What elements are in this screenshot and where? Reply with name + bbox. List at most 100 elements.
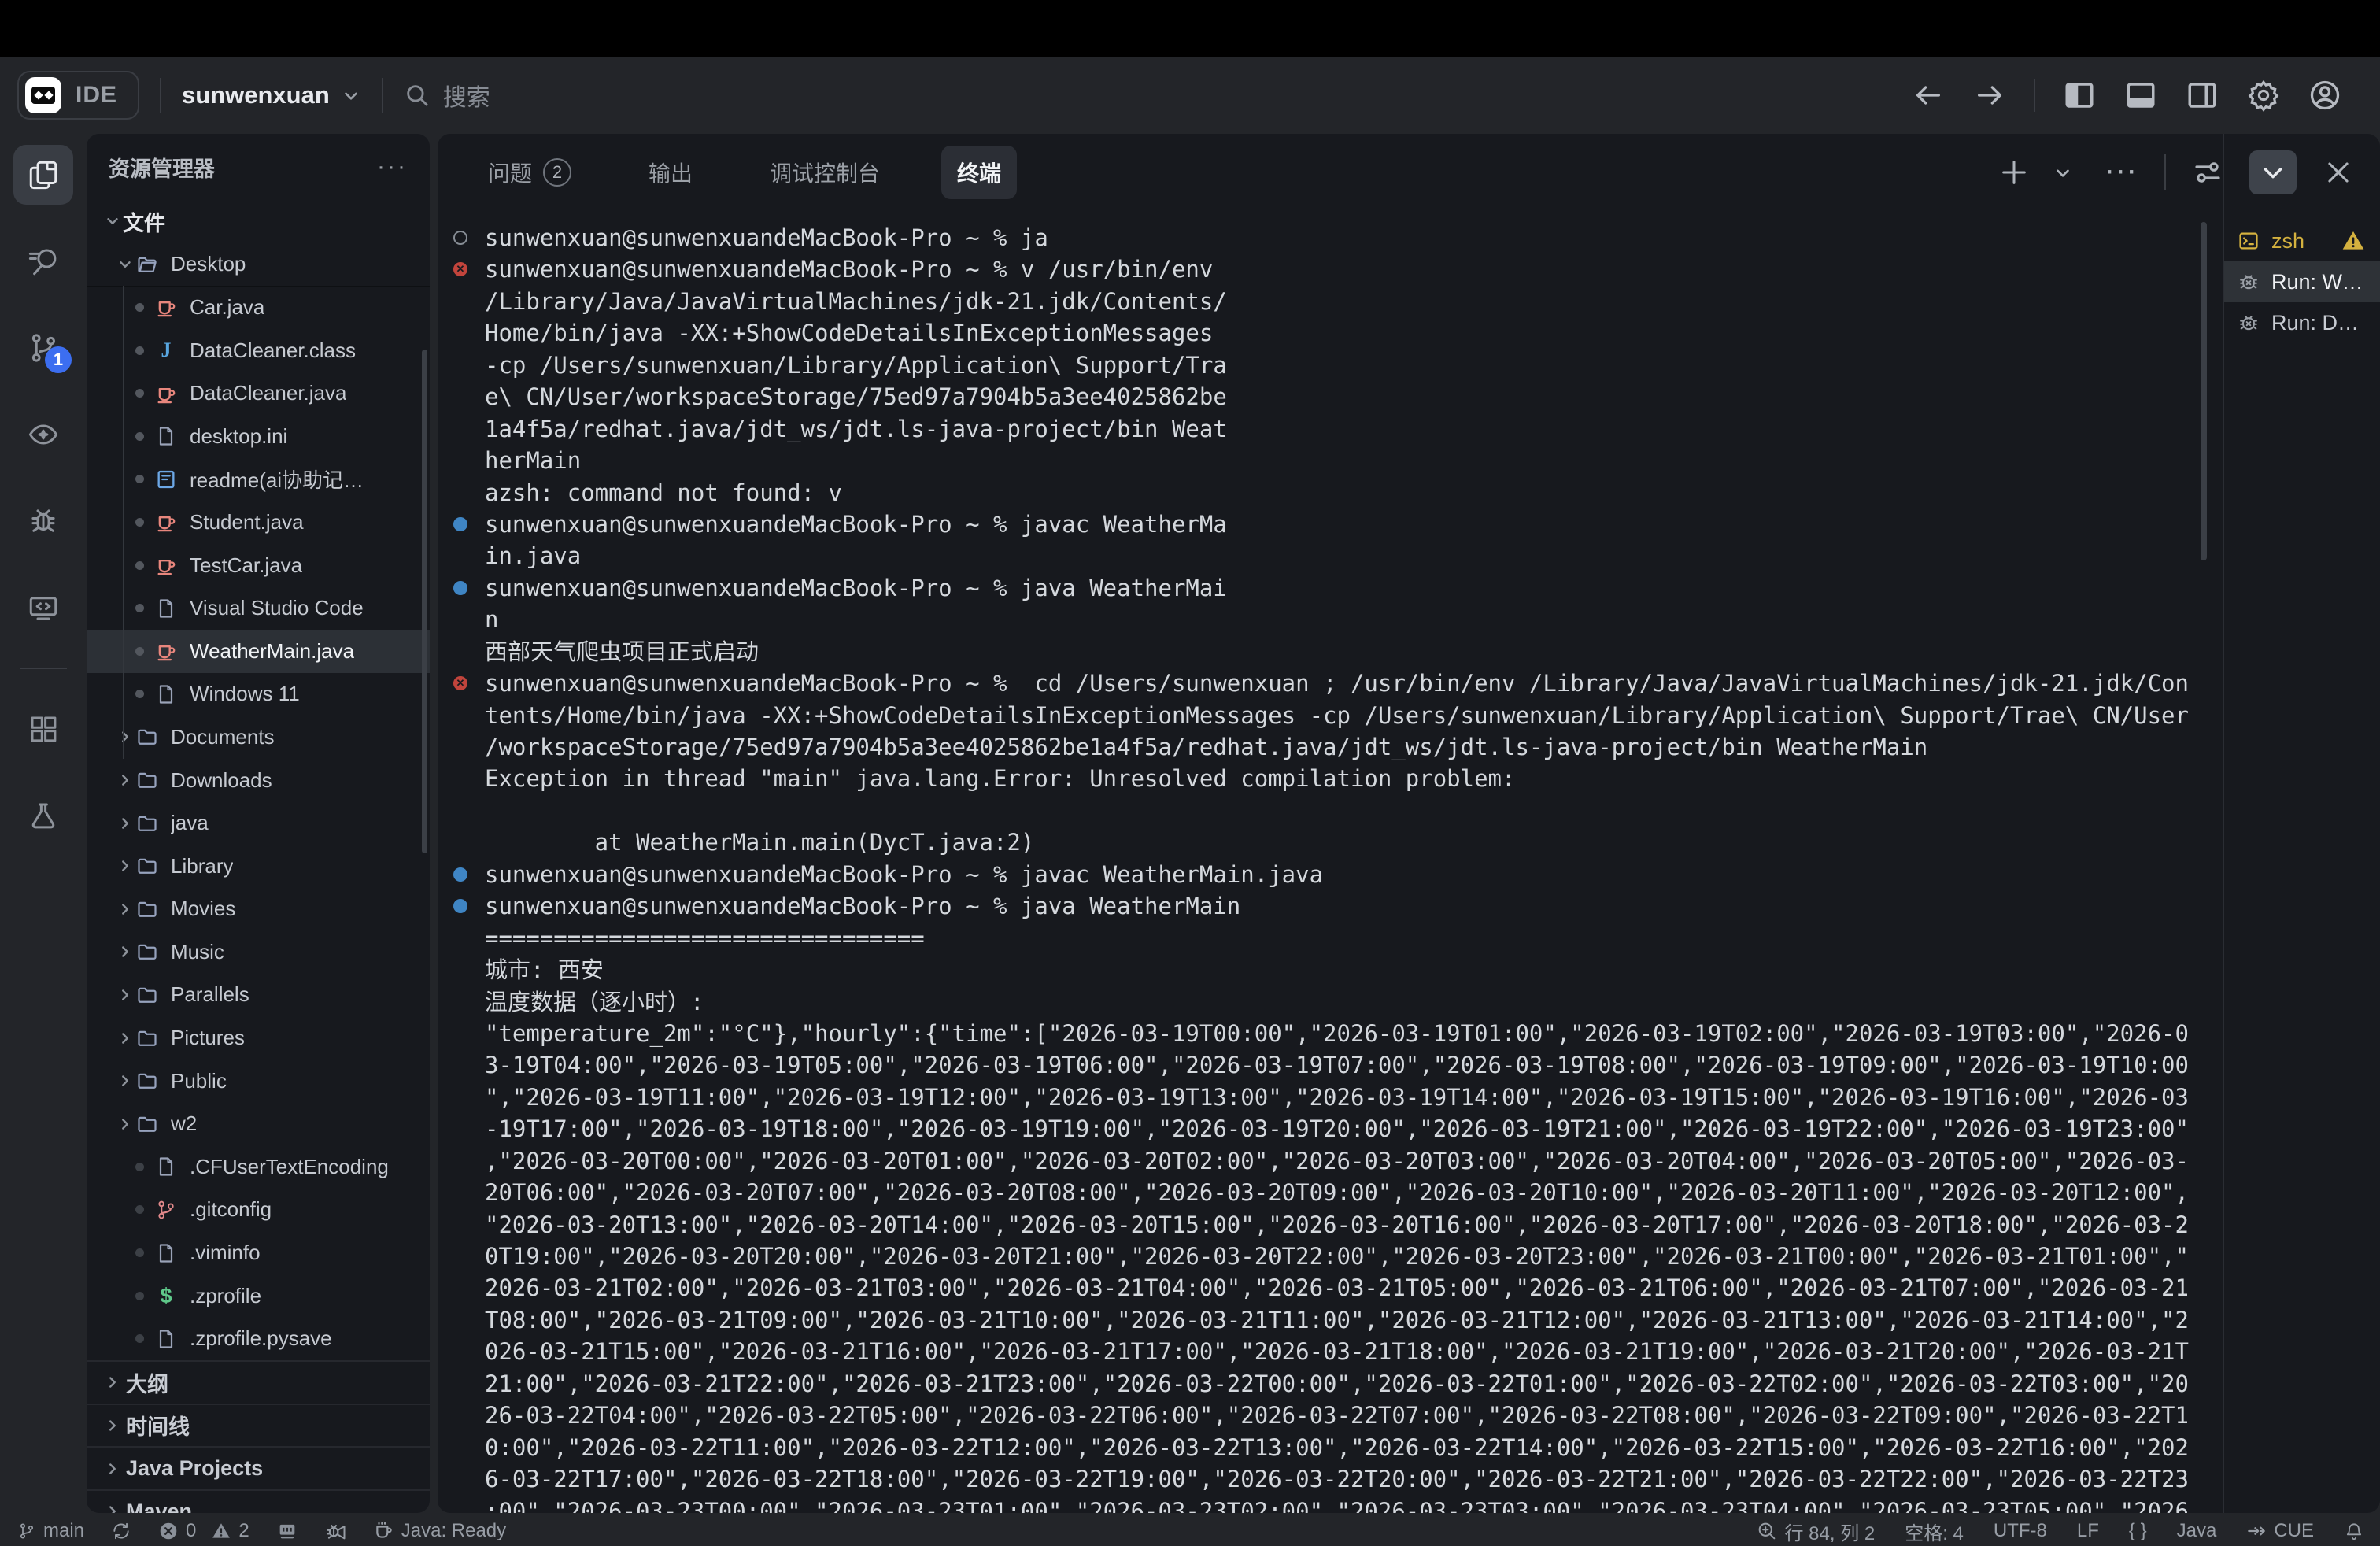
- activitybar-explorer-icon[interactable]: [13, 145, 73, 205]
- toggle-right-panel-icon[interactable]: [2185, 78, 2219, 113]
- tab-label: 输出: [649, 157, 693, 188]
- tree-item-library[interactable]: Library: [87, 845, 430, 888]
- status-item-java-ready[interactable]: Java: Ready: [374, 1520, 506, 1542]
- tree-item-music[interactable]: Music: [87, 930, 430, 974]
- terminal-line: -19T17:00","2026-03-19T18:00","2026-03-1…: [438, 1113, 2223, 1145]
- app-menu-button[interactable]: IDE: [17, 71, 139, 120]
- sidebar-section-大纲[interactable]: 大纲: [87, 1360, 430, 1404]
- terminal-output[interactable]: sunwenxuan@sunwenxuandeMacBook-Pro ~ % j…: [438, 222, 2223, 1513]
- panel-tab-调试控制台[interactable]: 调试控制台: [754, 146, 896, 199]
- tree-item-label: Windows 11: [190, 682, 300, 706]
- back-icon[interactable]: [1911, 78, 1946, 113]
- more-actions-icon[interactable]: ···: [377, 153, 408, 180]
- workspace-switcher[interactable]: sunwenxuan: [182, 81, 361, 109]
- command-success-icon: [453, 581, 468, 595]
- terminal-list-item-zsh[interactable]: zsh: [2224, 220, 2380, 261]
- status-item-utf-8[interactable]: UTF-8: [1994, 1520, 2047, 1542]
- search-placeholder: 搜索: [443, 78, 490, 113]
- tree-item-weathermain-java[interactable]: WeatherMain.java: [87, 630, 430, 673]
- tree-item-label: Car.java: [190, 295, 264, 320]
- activitybar-search-icon[interactable]: [13, 231, 73, 291]
- activitybar-source-control-icon[interactable]: 1: [13, 318, 73, 378]
- tree-item-pictures[interactable]: Pictures: [87, 1016, 430, 1060]
- sidebar-section-java-projects[interactable]: Java Projects: [87, 1446, 430, 1489]
- panel-tab-问题[interactable]: 问题 2: [472, 146, 587, 199]
- sidebar-section-时间线[interactable]: 时间线: [87, 1404, 430, 1447]
- folder-icon: [135, 725, 159, 749]
- tree-item-w2[interactable]: w2: [87, 1102, 430, 1145]
- status-item-行-84-列-2[interactable]: 行 84, 列 2: [1756, 1518, 1876, 1545]
- activitybar-test-flask-icon[interactable]: [13, 786, 73, 845]
- terminal-list-item-run-weathe[interactable]: Run: Weathe…: [2224, 261, 2380, 302]
- terminal-scrollbar[interactable]: [2201, 222, 2207, 560]
- terminal-list-item-run-demo[interactable]: Run: Demo: [2224, 302, 2380, 343]
- status-bar: main 02 Java: Ready 行 84, 列 2 空格: 4 UTF-8 LF {…: [0, 1516, 2380, 1546]
- titlebar-divider: [2034, 79, 2035, 112]
- tab-label: 问题: [488, 157, 532, 188]
- tree-item-java[interactable]: java: [87, 801, 430, 845]
- panel-tab-输出[interactable]: 输出: [633, 146, 708, 199]
- sidebar-scrollbar[interactable]: [422, 350, 427, 853]
- toggle-left-panel-icon[interactable]: [2062, 78, 2097, 113]
- tree-item-label: DataCleaner.java: [190, 381, 346, 405]
- toggle-bottom-panel-icon[interactable]: [2123, 78, 2158, 113]
- tree-item-student-java[interactable]: Student.java: [87, 501, 430, 544]
- filter-icon[interactable]: [2190, 154, 2226, 190]
- java-icon: [154, 639, 178, 663]
- panel-tab-终端[interactable]: 终端: [941, 146, 1017, 199]
- tree-section-files[interactable]: 文件: [87, 200, 430, 243]
- status-item-java[interactable]: Java: [2177, 1520, 2217, 1542]
- tree-item-testcar-java[interactable]: TestCar.java: [87, 544, 430, 587]
- terminal-line: 6-03-22T17:00","2026-03-22T18:00","2026-…: [438, 1463, 2223, 1495]
- tree-item-parallels[interactable]: Parallels: [87, 974, 430, 1017]
- panel-more-icon[interactable]: ···: [2105, 154, 2141, 190]
- tree-item-windows-11[interactable]: Windows 11: [87, 673, 430, 716]
- terminal-line: 20T06:00","2026-03-20T07:00","2026-03-20…: [438, 1177, 2223, 1208]
- activity-bar: 1: [0, 134, 87, 1516]
- status-item-sync-icon[interactable]: [111, 1521, 131, 1541]
- status-item-空格-4[interactable]: 空格: 4: [1905, 1518, 1964, 1545]
- tree-item-datacleaner-java[interactable]: DataCleaner.java: [87, 372, 430, 415]
- problems-count-badge: 2: [543, 158, 571, 187]
- tree-item-desktop-ini[interactable]: desktop.ini: [87, 415, 430, 458]
- tree-item-documents[interactable]: Documents: [87, 716, 430, 759]
- activitybar-ai-eye-icon[interactable]: [13, 405, 73, 464]
- folder-icon: [135, 812, 159, 835]
- status-item-debug-start-icon[interactable]: [325, 1520, 347, 1542]
- tree-item-gitconfig[interactable]: .gitconfig: [87, 1189, 430, 1232]
- forward-icon[interactable]: [1972, 78, 2007, 113]
- status-item-main[interactable]: main: [17, 1520, 84, 1542]
- tree-item-car-java[interactable]: Car.java: [87, 286, 430, 329]
- gear-icon[interactable]: [2246, 78, 2281, 113]
- tree-item-zprofile-pysave[interactable]: .zprofile.pysave: [87, 1317, 430, 1360]
- status-item-cue[interactable]: CUE: [2246, 1520, 2314, 1542]
- activitybar-extensions-icon[interactable]: [13, 699, 73, 759]
- tree-item-visual-studio-code[interactable]: Visual Studio Code: [87, 586, 430, 630]
- status-label: 行 84, 列 2: [1785, 1518, 1876, 1545]
- tree-item-desktop[interactable]: Desktop: [87, 243, 430, 287]
- status-item-[interactable]: { }: [2129, 1520, 2147, 1542]
- tree-item-zprofile[interactable]: $.zprofile: [87, 1274, 430, 1318]
- terminal-line: in.java: [438, 540, 2223, 571]
- activitybar-debug-icon[interactable]: [13, 491, 73, 551]
- folder-open-icon: [135, 253, 159, 276]
- tree-item-readme-ai协助记[interactable]: readme(ai协助记…: [87, 458, 430, 501]
- global-search[interactable]: 搜索: [404, 78, 490, 113]
- tree-item-downloads[interactable]: Downloads: [87, 759, 430, 802]
- tree-item-public[interactable]: Public: [87, 1060, 430, 1103]
- status-item-lf[interactable]: LF: [2077, 1520, 2099, 1542]
- tree-item-viminfo[interactable]: .viminfo: [87, 1231, 430, 1274]
- folder-icon: [135, 854, 159, 878]
- status-item-ports-icon[interactable]: [276, 1520, 298, 1542]
- status-item-0[interactable]: 02: [158, 1520, 249, 1542]
- status-item-bell-icon[interactable]: [2344, 1521, 2364, 1541]
- sidebar-section-maven[interactable]: Maven: [87, 1489, 430, 1513]
- terminal-dropdown-icon[interactable]: [2045, 154, 2081, 190]
- account-icon[interactable]: [2308, 78, 2342, 113]
- tree-item-datacleaner-class[interactable]: JDataCleaner.class: [87, 329, 430, 372]
- tree-item-cfusertextencoding[interactable]: .CFUserTextEncoding: [87, 1145, 430, 1189]
- folder-icon: [135, 1026, 159, 1050]
- activitybar-remote-screen-icon[interactable]: [13, 578, 73, 638]
- tree-item-movies[interactable]: Movies: [87, 888, 430, 931]
- new-terminal-icon[interactable]: [1996, 154, 2032, 190]
